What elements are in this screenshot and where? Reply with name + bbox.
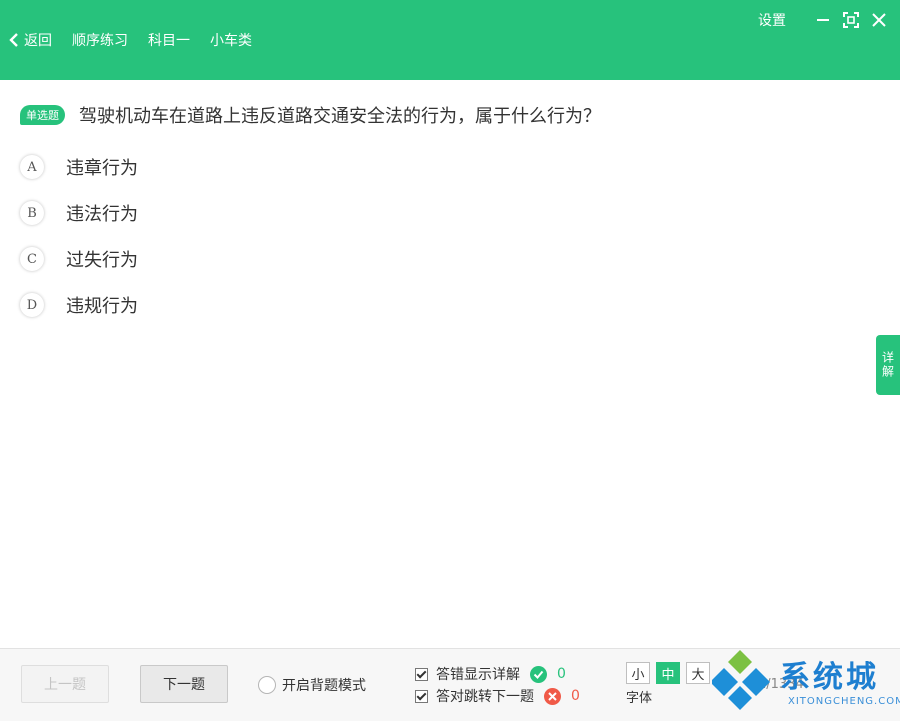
minimize-button[interactable] bbox=[814, 11, 832, 29]
x-circle-icon bbox=[544, 687, 561, 705]
font-medium-button[interactable]: 中 bbox=[656, 662, 680, 684]
close-icon bbox=[872, 13, 886, 27]
option-letter: A bbox=[20, 155, 44, 179]
fullscreen-icon bbox=[843, 12, 859, 28]
question-header: 单选题 驾驶机动车在道路上违反道路交通安全法的行为，属于什么行为？ bbox=[20, 102, 601, 128]
memorize-radio[interactable] bbox=[258, 676, 276, 694]
option-list: A 违章行为 B 违法行为 C 过失行为 D 违规行为 bbox=[20, 144, 138, 328]
back-button[interactable]: 返回 bbox=[8, 30, 52, 50]
window-controls: 设置 bbox=[758, 10, 888, 30]
crumb-car-type[interactable]: 小车类 bbox=[210, 30, 252, 50]
option-text: 违法行为 bbox=[66, 204, 138, 225]
show-detail-label: 答错显示详解 bbox=[436, 667, 520, 683]
settings-button[interactable]: 设置 bbox=[758, 10, 786, 30]
option-letter: C bbox=[20, 247, 44, 271]
breadcrumb: 返回 顺序练习 科目一 小车类 bbox=[8, 30, 272, 50]
option-letter: B bbox=[20, 201, 44, 225]
option-letter: D bbox=[20, 293, 44, 317]
minimize-icon bbox=[817, 19, 829, 21]
option-c[interactable]: C 过失行为 bbox=[20, 236, 138, 282]
auto-next-checkbox[interactable] bbox=[415, 689, 428, 703]
option-text: 违章行为 bbox=[66, 158, 138, 179]
option-d[interactable]: D 违规行为 bbox=[20, 282, 138, 328]
option-a[interactable]: A 违章行为 bbox=[20, 144, 138, 190]
back-label: 返回 bbox=[24, 33, 52, 49]
option-text: 违规行为 bbox=[66, 296, 138, 317]
font-label: 字体 bbox=[626, 691, 653, 706]
correct-stat: 0 bbox=[530, 665, 566, 683]
option-b[interactable]: B 违法行为 bbox=[20, 190, 138, 236]
watermark-logo: 系统城 XITONGCHENG.COM bbox=[712, 648, 900, 720]
font-small-button[interactable]: 小 bbox=[626, 662, 650, 684]
explanation-tab[interactable]: 详解 bbox=[876, 335, 900, 395]
diamond-logo-icon bbox=[712, 650, 770, 710]
auto-next-option: 答对跳转下一题 0 bbox=[415, 686, 580, 706]
maximize-button[interactable] bbox=[842, 11, 860, 29]
next-question-button[interactable]: 下一题 bbox=[140, 665, 228, 703]
watermark-text: 系统城 bbox=[780, 660, 879, 695]
wrong-count: 0 bbox=[571, 688, 580, 704]
option-text: 过失行为 bbox=[66, 250, 138, 271]
show-detail-checkbox[interactable] bbox=[415, 667, 428, 681]
chevron-left-icon bbox=[9, 33, 18, 47]
memorize-label: 开启背题模式 bbox=[282, 678, 366, 694]
crumb-subject-one[interactable]: 科目一 bbox=[148, 30, 190, 50]
prev-question-button[interactable]: 上一题 bbox=[21, 665, 109, 703]
close-button[interactable] bbox=[870, 11, 888, 29]
wrong-stat: 0 bbox=[544, 687, 580, 705]
watermark-subtext: XITONGCHENG.COM bbox=[788, 696, 900, 707]
question-text: 驾驶机动车在道路上违反道路交通安全法的行为，属于什么行为？ bbox=[79, 106, 601, 127]
show-detail-option: 答错显示详解 0 bbox=[415, 664, 566, 684]
check-circle-icon bbox=[530, 665, 547, 683]
question-type-badge: 单选题 bbox=[20, 105, 65, 125]
correct-count: 0 bbox=[557, 666, 566, 682]
font-large-button[interactable]: 大 bbox=[686, 662, 710, 684]
crumb-sequential-practice[interactable]: 顺序练习 bbox=[72, 30, 128, 50]
font-size-selector: 小 中 大 bbox=[626, 662, 716, 684]
memorize-mode-toggle[interactable]: 开启背题模式 bbox=[258, 675, 366, 695]
title-bar: 返回 顺序练习 科目一 小车类 设置 bbox=[0, 0, 900, 80]
auto-next-label: 答对跳转下一题 bbox=[436, 689, 534, 705]
